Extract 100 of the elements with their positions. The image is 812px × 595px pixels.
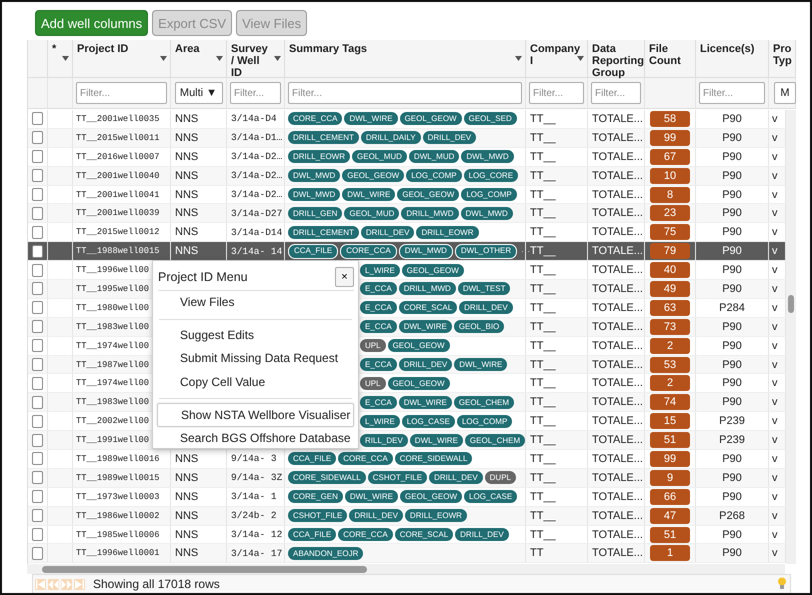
licence: P90: [722, 452, 742, 465]
summary-tag: E_CCA: [360, 282, 397, 296]
summary-tag: CCA_FILE: [288, 244, 338, 259]
reporting-group: TOTALE...: [592, 472, 643, 484]
summary-tag: CCA_FILE: [288, 528, 336, 542]
summary-tag: GEOL_SED: [464, 112, 517, 126]
area: NNS: [175, 132, 198, 144]
area: NNS: [175, 547, 198, 560]
well-id: 3/14a-D14: [231, 226, 282, 238]
summary-tag: DWL_MWD: [461, 150, 514, 164]
licence: P268: [719, 510, 745, 522]
project-id: TT__1989well0016: [76, 454, 160, 464]
licence: P90: [722, 528, 742, 541]
product-type: v: [772, 528, 778, 541]
project-id: TT__2001well0041: [76, 190, 160, 200]
well-id: 3/14a-D1…: [231, 132, 282, 144]
reporting-group: TOTALE...: [592, 490, 643, 503]
reporting-group: TOTALE...: [592, 528, 643, 541]
file-count: 73: [650, 318, 690, 335]
product-type: v: [772, 490, 778, 503]
licence: P239: [719, 415, 745, 428]
summary-tag: GEOL_MUD: [344, 206, 400, 220]
summary-tag: DWL_WIRE: [342, 188, 396, 201]
summary-tag: DRILL_DEV: [459, 301, 513, 314]
summary-tag: CORE_CCA: [340, 244, 397, 259]
file-count: 99: [650, 130, 690, 146]
company: TT: [530, 547, 544, 560]
reporting-group: TOTALE...: [592, 340, 643, 352]
company: TT__: [530, 150, 556, 163]
summary-tag: RILL_DEV: [360, 434, 408, 447]
summary-tag: GEOL_GEOW: [388, 339, 450, 352]
product-type: v: [772, 396, 778, 408]
product-type: v: [772, 132, 778, 144]
summary-tag: DWL_WIRE: [344, 112, 398, 126]
licence: P90: [722, 320, 742, 333]
product-type: v: [772, 434, 778, 446]
project-id: TT__1988well0015: [76, 246, 160, 256]
product-type: v: [772, 377, 778, 390]
reporting-group: TOTALE...: [592, 415, 643, 428]
company: TT__: [530, 132, 556, 144]
summary-tag: DRILL_EOWR: [416, 226, 478, 239]
licence: P239: [719, 434, 745, 446]
summary-tag: DRILL_DEV: [429, 471, 483, 484]
summary-tag: LOG_COMP: [456, 414, 512, 428]
reporting-group: TOTALE...: [592, 264, 643, 276]
summary-tag: GEOL_GEOW: [342, 169, 404, 182]
summary-tag: GEOL_GEOW: [397, 188, 460, 201]
summary-tag: DWL_WIRE: [410, 434, 463, 447]
well-id: 3/14a-D27: [231, 208, 282, 219]
file-count: 79: [650, 243, 690, 260]
summary-tag: UPL: [360, 376, 386, 390]
file-count: 15: [650, 413, 690, 430]
summary-tag: DWL_MWD: [460, 206, 513, 220]
summary-tag: DRILL_DEV: [349, 509, 403, 522]
company: TT__: [530, 490, 556, 503]
summary-tag: DRILL_EOWR: [288, 150, 350, 164]
company: TT__: [530, 302, 556, 314]
reporting-group: TOTALE...: [592, 282, 643, 295]
product-type: v: [772, 415, 778, 428]
summary-tag: CCA_FILE: [288, 452, 336, 466]
company: TT__: [530, 207, 556, 220]
product-type: v: [772, 112, 778, 125]
project-id: TT__1989well0015: [76, 472, 160, 483]
well-id: 3/14a-D2…: [231, 189, 282, 200]
licence: P90: [722, 282, 742, 295]
summary-tag: L_WIRE: [360, 414, 400, 428]
project-id: TT__1996well0001: [76, 548, 160, 558]
project-id: TT__2001well0035: [76, 114, 160, 124]
licence: P90: [722, 264, 742, 276]
project-id: TT__1980well00: [76, 302, 149, 313]
reporting-group: TOTALE...: [592, 377, 643, 390]
project-id: TT__2016well0007: [76, 152, 160, 162]
reporting-group: TOTALE...: [592, 112, 643, 125]
product-type: v: [772, 358, 778, 371]
reporting-group: TOTALE...: [592, 245, 643, 258]
project-id: TT__2015well0011: [76, 132, 160, 143]
project-id: TT__1974well00: [76, 378, 149, 388]
area: NNS: [175, 150, 198, 163]
reporting-group: TOTALE...: [592, 170, 643, 182]
summary-tag: GEOL_GEOW: [400, 112, 462, 126]
company: TT__: [530, 396, 556, 408]
project-id: TT__2001well0040: [76, 170, 160, 181]
reporting-group: TOTALE...: [592, 358, 643, 371]
summary-tag: E_CCA: [360, 358, 397, 372]
summary-tag: GEOL_CHEM: [464, 434, 526, 447]
licence: P90: [722, 132, 742, 144]
file-count: 75: [650, 224, 690, 240]
summary-tag: UPL: [360, 339, 386, 352]
well-id: 3/14a- 14: [231, 246, 282, 257]
file-count: 9: [650, 470, 690, 486]
file-count: 10: [650, 168, 690, 184]
summary-tag: DRILL_MWD: [398, 282, 456, 296]
summary-tag: E_CCA: [360, 320, 397, 334]
area: NNS: [175, 226, 198, 238]
project-id: TT__2015well0012: [76, 227, 160, 238]
licence: P90: [722, 207, 742, 220]
project-id: TT__1996well00: [76, 265, 149, 276]
summary-tag: LOG_COMP: [461, 188, 517, 201]
product-type: v: [772, 150, 778, 163]
summary-tag: DRILL_DEV: [422, 131, 476, 144]
